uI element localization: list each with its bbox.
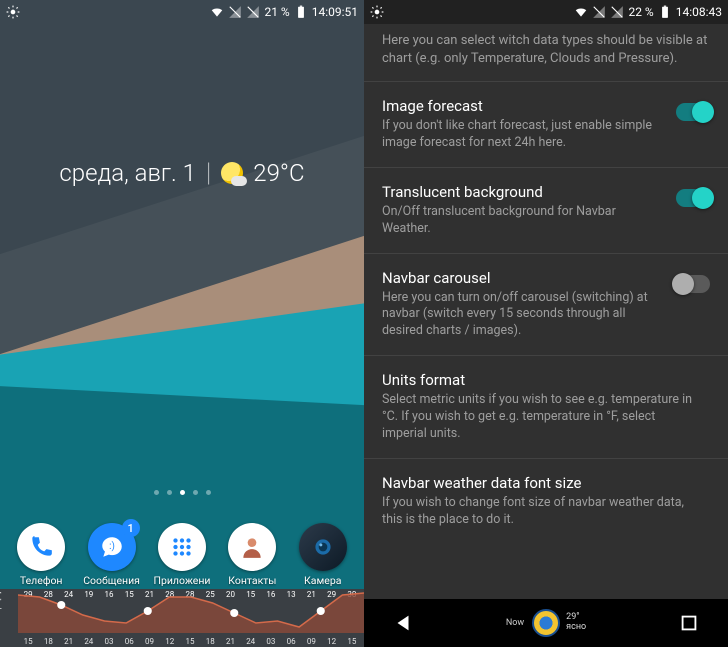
badge: 1 [122,519,140,537]
chart-ylabel: Temp. [C] [0,591,2,625]
status-bar[interactable]: 21 % 14:09:51 [0,0,364,24]
setting-item[interactable]: Navbar carousel Here you can turn on/off… [364,253,728,356]
nav-recent[interactable] [678,612,700,634]
setting-item[interactable]: Navbar weather data font size If you wis… [364,458,728,544]
page-dot[interactable] [167,490,172,495]
page-indicator[interactable] [0,490,364,495]
toggle-switch[interactable] [676,103,710,121]
nav-now-label: Now [506,618,524,628]
battery-percent: 21 % [264,5,289,19]
contacts-icon [228,523,276,571]
svg-text::): :) [109,541,115,552]
setting-item[interactable]: Translucent background On/Off translucen… [364,167,728,253]
setting-title: Translucent background [382,183,664,201]
setting-title: Image forecast [382,97,664,115]
wifi-icon [210,5,224,19]
messages-icon: :) 1 [88,523,136,571]
battery-icon [294,5,308,19]
setting-item[interactable]: Units format Select metric units if you … [364,355,728,458]
signal-icon [592,5,606,19]
setting-title: Navbar carousel [382,269,664,287]
setting-desc: Select metric units if you wish to see e… [382,392,698,443]
app-label: Телефон [20,574,63,587]
chart-hour-labels: 1518212403060912151821240306091215 [18,637,362,646]
setting-item[interactable]: Image forecast If you don't like chart f… [364,81,728,167]
nav-cond: ясно [566,623,586,633]
setting-desc: Here you can turn on/off carousel (switc… [382,290,664,341]
app-contacts[interactable]: Контакты [219,523,285,587]
signal-icon [610,5,624,19]
brightness-icon [370,5,384,19]
setting-desc: If you wish to change font size of navba… [382,495,698,529]
signal-icon [246,5,260,19]
app-label: Приложени [153,574,210,587]
setting-desc: If you don't like chart forecast, just e… [382,118,664,152]
wifi-icon [574,5,588,19]
dock: Телефон :) 1 Сообщения Приложени Контакт… [0,523,364,587]
status-bar[interactable]: 22 % 14:08:43 [364,0,728,24]
settings-screen: 22 % 14:08:43 Here you can select witch … [364,0,728,647]
setting-intro-text: Here you can select witch data types sho… [364,24,728,81]
app-label: Камера [304,574,341,587]
clock: 14:08:43 [676,5,722,19]
camera-icon [299,523,347,571]
sun-cloud-icon [221,162,243,184]
sun-icon [532,609,560,637]
toggle-switch[interactable] [676,189,710,207]
android-navbar: Now 29° ясно [364,599,728,647]
page-dot[interactable] [206,490,211,495]
widget-temp: 29°C [253,159,304,187]
settings-list[interactable]: Here you can select witch data types sho… [364,24,728,599]
app-phone[interactable]: Телефон [8,523,74,587]
signal-icon [228,5,242,19]
clock: 14:09:51 [312,5,358,19]
apps-icon [158,523,206,571]
home-screen: 21 % 14:09:51 среда, авг. 1 | 29°C Телеф… [0,0,364,647]
app-label: Сообщения [83,574,140,587]
divider: | [206,158,211,188]
app-drawer[interactable]: Приложени [149,523,215,587]
weather-widget[interactable]: среда, авг. 1 | 29°C [0,158,364,188]
app-camera[interactable]: Камера [290,523,356,587]
toggle-switch[interactable] [676,275,710,293]
page-dot[interactable] [180,490,185,495]
navbar-weather-chart[interactable]: Temp. [C] 292824191615212828252015161321… [0,589,364,647]
setting-title: Units format [382,371,698,389]
nav-back[interactable] [392,612,414,634]
temp-line [18,589,364,633]
setting-desc: On/Off translucent background for Navbar… [382,204,664,238]
app-label: Контакты [228,574,276,587]
battery-icon [658,5,672,19]
widget-date: среда, авг. 1 [59,159,196,187]
page-dot[interactable] [193,490,198,495]
setting-title: Navbar weather data font size [382,474,698,492]
navbar-weather-widget[interactable]: Now 29° ясно [506,609,586,637]
page-dot[interactable] [154,490,159,495]
app-messages[interactable]: :) 1 Сообщения [79,523,145,587]
brightness-icon [6,5,20,19]
phone-icon [17,523,65,571]
battery-percent: 22 % [628,5,653,19]
